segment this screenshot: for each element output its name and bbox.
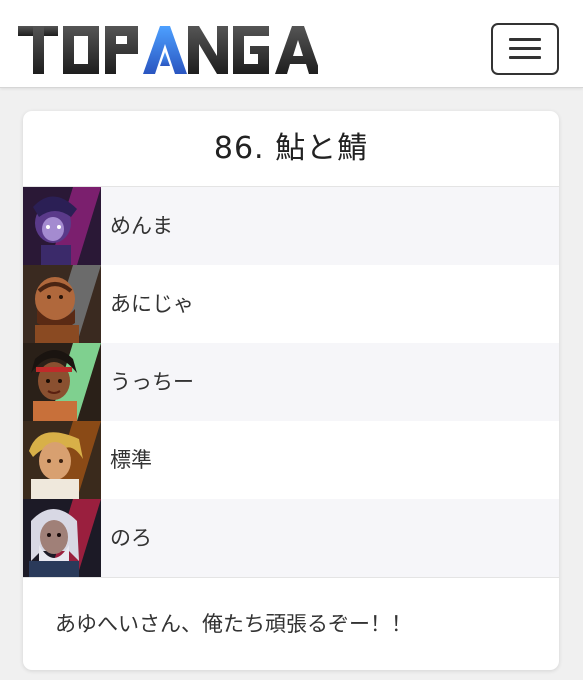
menu-toggle-button[interactable] [491, 23, 559, 75]
hamburger-menu-icon [509, 38, 541, 41]
team-card: 86. 鮎と鯖 めんま あにじゃ うっちー 標準 のろ あゆへいさん、俺たち頑張… [23, 111, 559, 670]
character-portrait-icon [23, 187, 101, 265]
team-comment: あゆへいさん、俺たち頑張るぞー！！ [23, 577, 559, 670]
topanga-logo[interactable] [18, 22, 318, 78]
character-portrait-icon [23, 421, 101, 499]
player-row[interactable]: 標準 [23, 421, 559, 499]
hamburger-menu-icon-bar [509, 47, 541, 50]
player-name: うっちー [110, 370, 194, 394]
character-portrait-icon [23, 265, 101, 343]
player-list: めんま あにじゃ うっちー 標準 のろ [23, 187, 559, 577]
player-row[interactable]: あにじゃ [23, 265, 559, 343]
player-row[interactable]: めんま [23, 187, 559, 265]
navbar [0, 0, 583, 88]
player-row[interactable]: のろ [23, 499, 559, 577]
player-name: 標準 [110, 448, 152, 472]
team-title: 86. 鮎と鯖 [23, 111, 559, 187]
character-portrait-icon [23, 499, 101, 577]
player-name: めんま [110, 214, 173, 238]
player-name: あにじゃ [110, 292, 194, 316]
team-comment-text: あゆへいさん、俺たち頑張るぞー！！ [55, 612, 412, 636]
player-name: のろ [110, 526, 152, 550]
player-row[interactable]: うっちー [23, 343, 559, 421]
hamburger-menu-icon-bar [509, 56, 541, 59]
character-portrait-icon [23, 343, 101, 421]
